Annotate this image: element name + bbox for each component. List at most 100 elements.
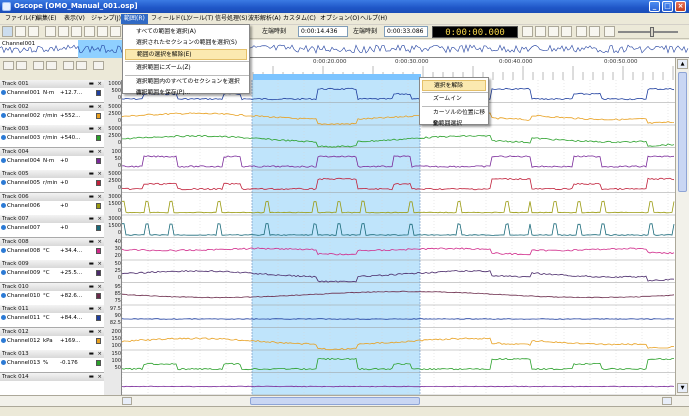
track-header[interactable]: Track 012 ▬ × — [0, 327, 104, 336]
track-close-icon[interactable]: × — [97, 148, 102, 156]
play-icon[interactable] — [535, 26, 546, 37]
track-lock-icon[interactable] — [76, 61, 87, 70]
range-tool-icon[interactable] — [15, 26, 26, 37]
track-close-icon[interactable]: × — [97, 373, 102, 381]
track-close-icon[interactable]: × — [97, 260, 102, 268]
track-channel-row[interactable]: Channel009 °C +25.5... — [1, 269, 103, 277]
track-10[interactable]: Track 010 ▬ × Channel010 °C +82.6... — [0, 282, 104, 306]
track-close-icon[interactable]: × — [97, 305, 102, 313]
channel-color-swatch[interactable] — [96, 157, 101, 164]
track-header[interactable]: Track 011 ▬ × — [0, 305, 104, 313]
track-header[interactable]: Track 006 ▬ × — [0, 192, 104, 201]
track-minimize-icon[interactable]: ▬ — [89, 373, 94, 381]
track-1[interactable]: Track 001 ▬ × Channel001 N·m +12.7... — [0, 80, 104, 103]
track-up-icon[interactable] — [33, 61, 44, 70]
ctxmenu-item-2[interactable]: ズームイン — [422, 94, 486, 105]
track-header[interactable]: Track 007 ▬ × — [0, 215, 104, 223]
track-down-icon[interactable] — [46, 61, 57, 70]
track-settings-icon[interactable] — [63, 61, 74, 70]
rewind-icon[interactable] — [522, 26, 533, 37]
horizontal-scrollbar[interactable] — [0, 395, 689, 406]
track-channel-row[interactable]: Channel004 N·m +0 — [1, 157, 103, 165]
scroll-right-icon[interactable] — [662, 397, 672, 405]
track-header[interactable]: Track 009 ▬ × — [0, 260, 104, 268]
channel-color-swatch[interactable] — [96, 202, 101, 209]
track-close-icon[interactable]: × — [97, 215, 102, 223]
track-close-icon[interactable]: × — [97, 193, 102, 201]
track-11[interactable]: Track 011 ▬ × Channel011 °C +84.4... — [0, 305, 104, 328]
track-6[interactable]: Track 006 ▬ × Channel006 +0 — [0, 192, 104, 216]
track-channel-row[interactable]: Channel002 r/min +552... — [1, 112, 103, 120]
rangemenu-item-1[interactable]: 選択されたセクションの範囲を選択(S) — [125, 38, 247, 49]
vertical-scrollbar[interactable]: ▲ ▼ — [675, 58, 689, 395]
close-button[interactable]: × — [675, 1, 686, 12]
ctxmenu-item-4[interactable]: カーソルの位置に移動 — [422, 108, 486, 127]
track-channel-row[interactable]: Channel012 kPa +169... — [1, 337, 103, 345]
track-7[interactable]: Track 007 ▬ × Channel007 +0 — [0, 215, 104, 238]
menu-4[interactable]: 範囲(R) — [121, 14, 148, 24]
scroll-down-icon[interactable]: ▼ — [677, 383, 688, 393]
channel-color-swatch[interactable] — [96, 247, 101, 254]
track-12[interactable]: Track 012 ▬ × Channel012 kPa +169... — [0, 327, 104, 351]
horizontal-scroll-thumb[interactable] — [250, 397, 420, 405]
speed-slider[interactable] — [618, 31, 678, 33]
menu-11[interactable]: ヘルプ(H) — [357, 14, 390, 24]
track-header[interactable]: Track 002 ▬ × — [0, 102, 104, 111]
volume-icon[interactable] — [604, 26, 615, 37]
track-13[interactable]: Track 013 ▬ × Channel013% -0.176 — [0, 350, 104, 373]
rangemenu-item-7[interactable]: 選択範囲を保存(P)... — [125, 88, 247, 99]
menu-1[interactable]: 編集(E) — [33, 14, 59, 24]
track-close-icon[interactable]: × — [97, 125, 102, 133]
maximize-button[interactable]: □ — [662, 1, 673, 12]
track-header[interactable]: Track 005 ▬ × — [0, 170, 104, 178]
channel-color-swatch[interactable] — [96, 315, 101, 321]
add-track-icon[interactable] — [3, 61, 14, 70]
rangemenu-item-0[interactable]: すべての範囲を選択(A) — [125, 27, 247, 38]
track-close-icon[interactable]: × — [97, 170, 102, 178]
track-minimize-icon[interactable]: ▬ — [89, 328, 94, 336]
channel-color-swatch[interactable] — [96, 112, 101, 119]
scroll-up-icon[interactable]: ▲ — [677, 59, 688, 69]
track-9[interactable]: Track 009 ▬ × Channel009 °C +25.5... — [0, 260, 104, 283]
speed-slider-thumb[interactable] — [650, 27, 654, 37]
pointer-tool-icon[interactable] — [2, 26, 13, 37]
hand-tool-icon[interactable] — [84, 26, 95, 37]
track-channel-row[interactable]: Channel007 +0 — [1, 224, 103, 232]
track-minimize-icon[interactable]: ▬ — [89, 238, 94, 246]
track-close-icon[interactable]: × — [97, 103, 102, 111]
minimize-button[interactable]: _ — [649, 1, 660, 12]
track-4[interactable]: Track 004 ▬ × Channel004 N·m +0 — [0, 147, 104, 171]
track-minimize-icon[interactable]: ▬ — [89, 260, 94, 268]
rangemenu-item-4[interactable]: 選択範囲にズーム(Z) — [125, 63, 247, 74]
channel-color-swatch[interactable] — [96, 225, 101, 231]
track-close-icon[interactable]: × — [97, 328, 102, 336]
track-header[interactable]: Track 013 ▬ × — [0, 350, 104, 358]
track-channel-row[interactable]: Channel008 °C +34.4... — [1, 247, 103, 255]
channel-color-swatch[interactable] — [96, 135, 101, 141]
track-minimize-icon[interactable]: ▬ — [89, 283, 94, 291]
track-header[interactable]: Track 001 ▬ × — [0, 80, 104, 88]
track-minimize-icon[interactable]: ▬ — [89, 193, 94, 201]
channel-color-swatch[interactable] — [96, 180, 101, 186]
track-8[interactable]: Track 008 ▬ × Channel008 °C +34.4... — [0, 237, 104, 261]
track-close-icon[interactable]: × — [97, 350, 102, 358]
track-header[interactable]: Track 003 ▬ × — [0, 125, 104, 133]
track-14[interactable]: Track 014 ▬ × — [0, 372, 104, 396]
remove-track-icon[interactable] — [16, 61, 27, 70]
zoom-in-icon[interactable] — [45, 26, 56, 37]
menu-9[interactable]: カスタム(C) — [280, 14, 319, 24]
track-header[interactable]: Track 014 ▬ × — [0, 372, 104, 381]
section-tool-icon[interactable] — [28, 26, 39, 37]
vertical-scroll-thumb[interactable] — [678, 72, 687, 192]
channel-color-swatch[interactable] — [96, 337, 101, 344]
width-time-field[interactable]: 0:00:33.086 — [384, 26, 428, 37]
channel-color-swatch[interactable] — [96, 292, 101, 299]
track-channel-row[interactable]: Channel006 +0 — [1, 202, 103, 210]
marker-tool-icon[interactable] — [110, 26, 121, 37]
channel-color-swatch[interactable] — [96, 360, 101, 366]
track-minimize-icon[interactable]: ▬ — [89, 350, 94, 358]
track-minimize-icon[interactable]: ▬ — [89, 148, 94, 156]
track-minimize-icon[interactable]: ▬ — [89, 215, 94, 223]
overview-strip[interactable]: Channel001 — [0, 40, 689, 58]
loop-icon[interactable] — [576, 26, 587, 37]
